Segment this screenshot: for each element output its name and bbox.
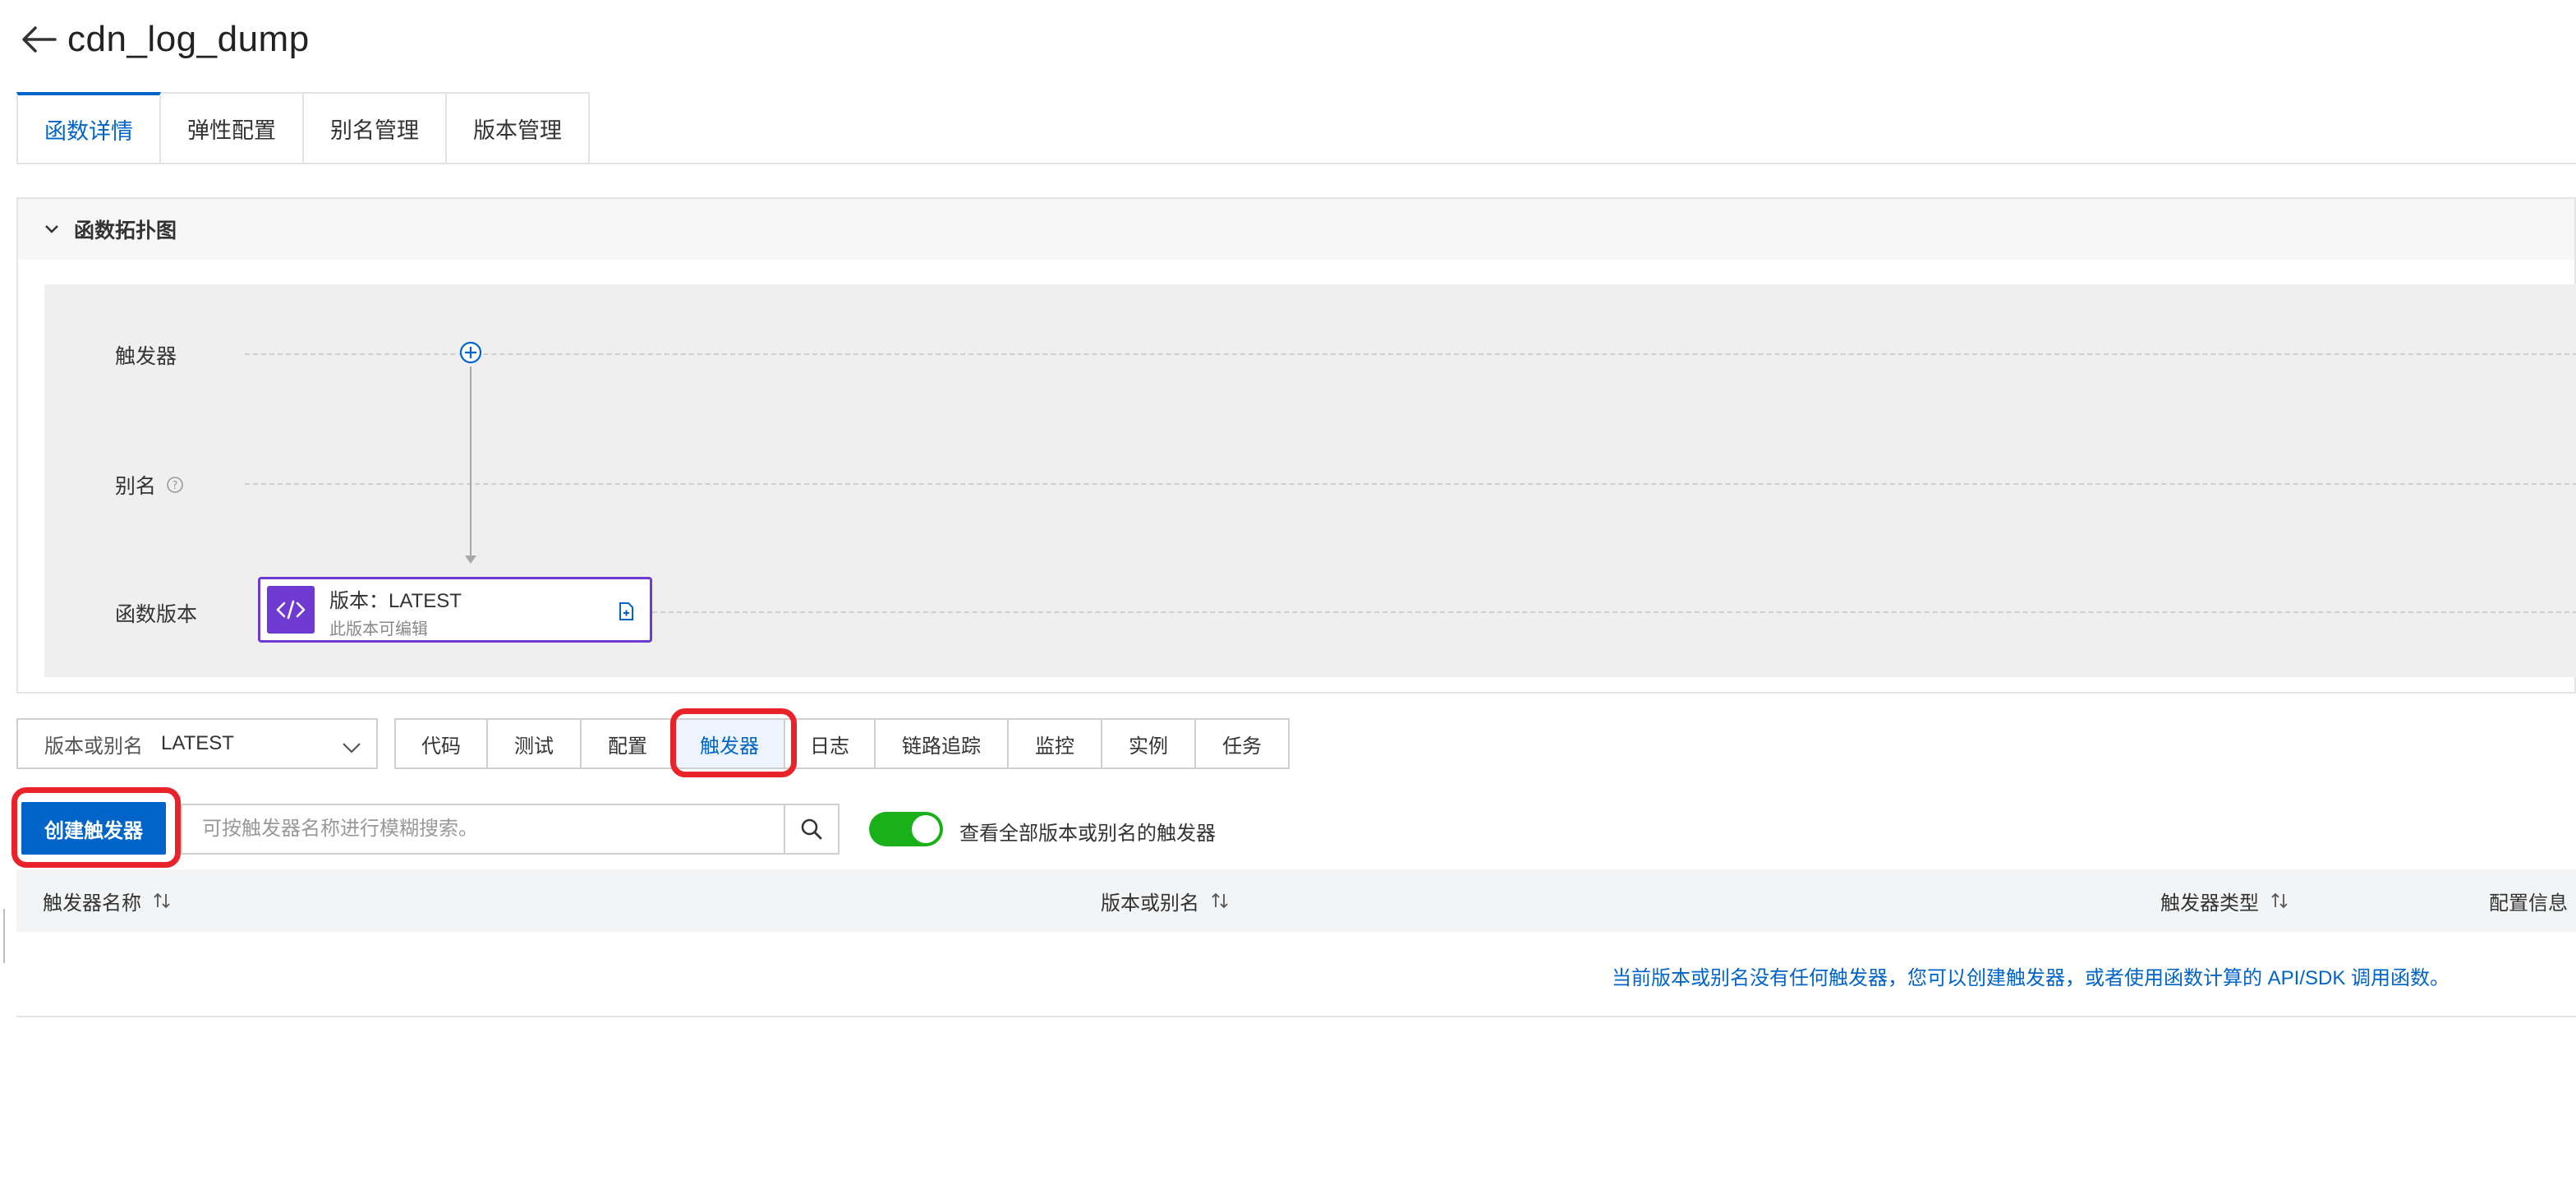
side-panel-handle[interactable] [0, 909, 5, 963]
page-title: cdn_log_dump [67, 19, 310, 59]
create-trigger-button[interactable]: 创建触发器 [21, 802, 166, 855]
topology-title: 函数拓扑图 [74, 219, 177, 242]
tab-tracing[interactable]: 链路追踪 [876, 718, 1009, 769]
document-icon[interactable] [617, 601, 635, 622]
tab-logs[interactable]: 日志 [785, 718, 876, 769]
trigger-row-label: 触发器 [115, 345, 177, 368]
topology-panel: 函数拓扑图 触发器 别名 ? 函数版本 版本：LATEST 此版本可编辑 [16, 197, 2576, 694]
chevron-down-icon[interactable] [43, 220, 61, 238]
empty-table-message: 当前版本或别名没有任何触发器，您可以创建触发器，或者使用函数计算的 API/SD… [1612, 967, 2450, 989]
version-latest-card[interactable]: 版本：LATEST 此版本可编辑 [258, 577, 652, 643]
column-trigger-name-label: 触发器名称 [43, 892, 141, 915]
function-icon [267, 586, 315, 634]
tab-instances[interactable]: 实例 [1102, 718, 1196, 769]
function-sub-tabs: 代码 测试 配置 触发器 日志 链路追踪 监控 实例 任务 [394, 718, 1290, 769]
version-alias-label: 版本或别名 [44, 735, 143, 758]
alias-row-line [245, 483, 2576, 485]
main-tabs: 函数详情 弹性配置 别名管理 版本管理 [16, 92, 590, 164]
all-versions-toggle-label: 查看全部版本或别名的触发器 [959, 823, 1216, 845]
tab-monitoring[interactable]: 监控 [1009, 718, 1102, 769]
version-row-label: 函数版本 [115, 603, 198, 626]
tab-code[interactable]: 代码 [394, 718, 488, 769]
add-trigger-plus-icon[interactable] [458, 340, 483, 365]
version-card-subtitle: 此版本可编辑 [329, 620, 428, 638]
connector-arrow-icon [465, 555, 476, 564]
function-detail-page: cdn_log_dump 函数详情 弹性配置 别名管理 版本管理 函数拓扑图 触… [0, 0, 2576, 1180]
tab-version-management[interactable]: 版本管理 [447, 92, 590, 164]
trigger-table-header: 触发器名称 版本或别名 触发器类型 配置信息 [16, 869, 2576, 932]
tab-tasks[interactable]: 任务 [1196, 718, 1290, 769]
svg-text:?: ? [172, 480, 178, 492]
tab-function-details[interactable]: 函数详情 [16, 92, 161, 164]
search-icon [801, 818, 822, 840]
trigger-row-line [245, 353, 2576, 355]
help-icon[interactable]: ? [166, 476, 184, 494]
version-row-line [652, 611, 2576, 613]
trigger-search-input[interactable] [181, 804, 785, 855]
topology-header[interactable]: 函数拓扑图 [18, 199, 2574, 260]
version-card-title: 版本：LATEST [329, 590, 462, 612]
tabs-divider [16, 163, 2576, 164]
column-version-alias-label: 版本或别名 [1101, 892, 1199, 915]
sort-icon[interactable] [1211, 892, 1229, 909]
column-trigger-type: 触发器类型 [2160, 869, 2288, 932]
tab-alias-management[interactable]: 别名管理 [304, 92, 447, 164]
column-version-alias: 版本或别名 [1101, 869, 1229, 932]
column-config-info: 配置信息 [2489, 892, 2568, 915]
version-alias-select[interactable]: 版本或别名 LATEST [16, 718, 378, 769]
alias-row-text: 别名 [115, 475, 157, 498]
page-header: cdn_log_dump [18, 10, 310, 69]
tab-test[interactable]: 测试 [488, 718, 582, 769]
sort-icon[interactable] [2270, 892, 2288, 909]
tab-elastic-config[interactable]: 弹性配置 [161, 92, 304, 164]
tab-triggers[interactable]: 触发器 [675, 718, 785, 769]
column-trigger-type-label: 触发器类型 [2160, 892, 2259, 915]
column-trigger-name: 触发器名称 [43, 869, 171, 932]
search-button[interactable] [784, 804, 840, 855]
all-versions-toggle[interactable] [869, 812, 943, 846]
topology-canvas: 触发器 别名 ? 函数版本 版本：LATEST 此版本可编辑 [44, 284, 2576, 677]
tab-config[interactable]: 配置 [582, 718, 675, 769]
version-alias-value: LATEST [161, 732, 234, 754]
sort-icon[interactable] [153, 892, 171, 909]
connector-line [470, 366, 472, 557]
back-arrow-icon[interactable] [18, 19, 59, 60]
alias-row-label: 别名 ? [115, 470, 184, 500]
table-empty-row: 当前版本或别名没有任何触发器，您可以创建触发器，或者使用函数计算的 API/SD… [16, 932, 2576, 1017]
toggle-knob [912, 815, 940, 843]
chevron-down-icon [342, 736, 361, 759]
